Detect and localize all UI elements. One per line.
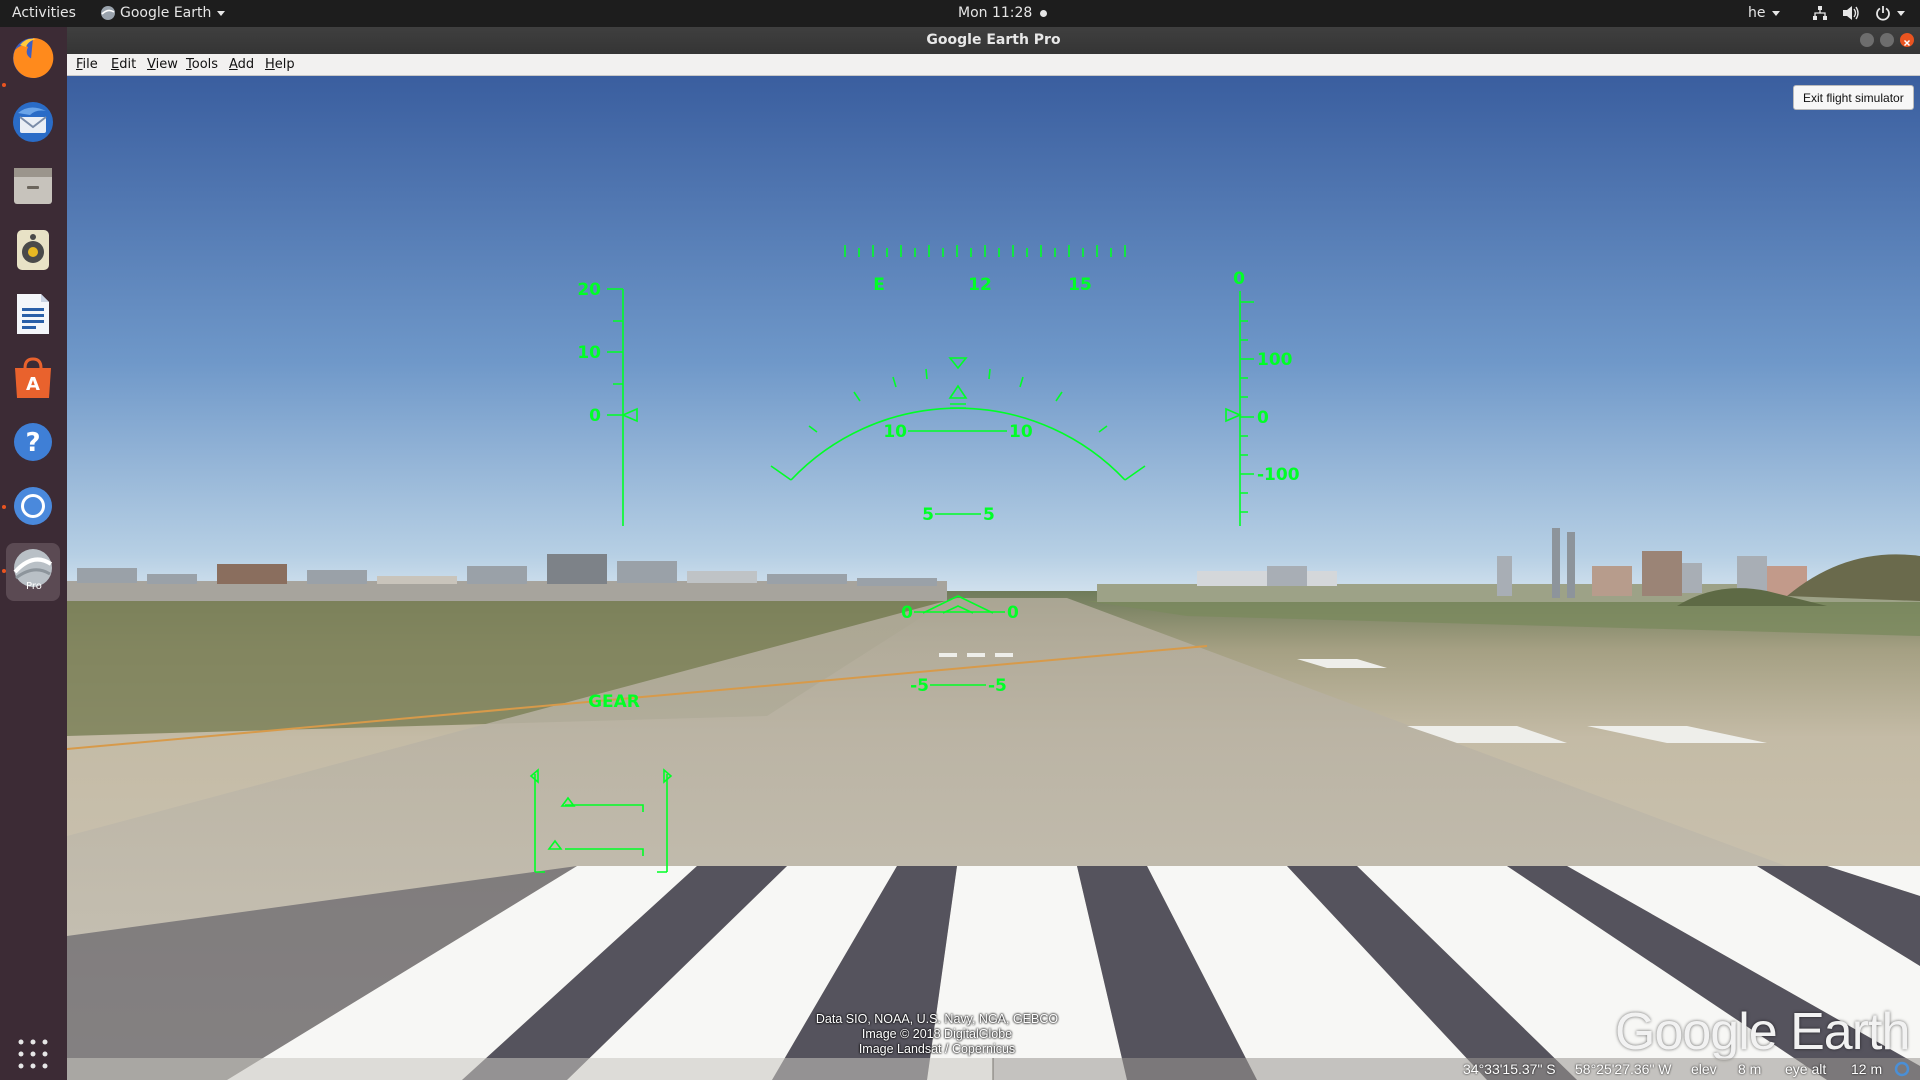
attribution-line: Image Landsat / Copernicus: [858, 1042, 1016, 1056]
chevron-down-icon: [217, 10, 226, 16]
files-icon[interactable]: [8, 161, 58, 211]
running-indicator: [2, 83, 6, 87]
app-menu-label: Google Earth: [120, 5, 212, 21]
pitch-label: 5: [983, 505, 995, 525]
speed-label: 0: [589, 406, 601, 426]
dock: A ? Pro: [0, 27, 67, 1080]
pitch-label: 5: [922, 505, 934, 525]
svg-text:A: A: [26, 374, 40, 395]
pro-badge: Pro: [26, 581, 42, 592]
gear-indicator: GEAR: [588, 692, 640, 712]
attribution-line: Data SIO, NOAA, U.S. Navy, NGA, GEBCO: [815, 1012, 1059, 1026]
chevron-down-icon: [1896, 10, 1905, 16]
longitude-readout: 58°25'27.36" W: [1575, 1061, 1672, 1077]
menu-file[interactable]: File: [76, 54, 98, 75]
menu-tools[interactable]: Tools: [186, 54, 218, 75]
elev-label: elev: [1691, 1061, 1717, 1077]
app-menu[interactable]: Google Earth: [100, 0, 226, 27]
google-earth-logo: Google Earth: [1615, 1003, 1910, 1061]
svg-text:?: ?: [25, 428, 40, 458]
volume-icon: [1843, 6, 1860, 20]
exit-flight-simulator-button[interactable]: Exit flight simulator: [1793, 85, 1914, 110]
pitch-label: 10: [883, 422, 907, 442]
altitude-label: 100: [1257, 350, 1293, 370]
elev-value: 8 m: [1738, 1061, 1762, 1077]
power-icon: [1876, 6, 1890, 21]
system-menu[interactable]: [1812, 0, 1905, 27]
close-icon: [1903, 39, 1911, 47]
menu-help[interactable]: Help: [265, 54, 295, 75]
thunderbird-icon[interactable]: [8, 97, 58, 147]
heading-label: 15: [1068, 275, 1092, 295]
eye-alt-value: 12 m: [1851, 1061, 1883, 1077]
network-icon: [1813, 6, 1827, 20]
heading-label: E: [873, 275, 885, 295]
menu-bar: File Edit View Tools Add Help: [67, 54, 1920, 76]
notification-dot-icon: [1039, 9, 1047, 17]
clock-label: Mon 11:28: [958, 5, 1033, 21]
google-earth-pro-icon[interactable]: Pro: [6, 543, 60, 601]
latitude-readout: 34°33'15.37" S: [1463, 1061, 1556, 1077]
speed-label: 20: [577, 280, 601, 300]
altitude-label: 0: [1257, 408, 1269, 428]
attribution-line: Image © 2018 DigitalGlobe: [861, 1027, 1013, 1041]
minimize-button[interactable]: [1860, 33, 1874, 47]
running-indicator: [2, 505, 6, 509]
software-center-icon[interactable]: A: [8, 353, 58, 403]
streaming-indicator-icon: [1894, 1061, 1910, 1077]
help-icon[interactable]: ?: [8, 417, 58, 467]
pitch-label: -5: [988, 676, 1007, 696]
pitch-label: -5: [910, 676, 929, 696]
flight-scene: E 12 15 20 10 0 0 100 0 -100 10 10 5 5 0…: [67, 76, 1920, 1080]
pitch-label: 10: [1009, 422, 1033, 442]
maximize-button[interactable]: [1880, 33, 1894, 47]
firefox-icon[interactable]: [8, 33, 58, 83]
attribution: Data SIO, NOAA, U.S. Navy, NGA, GEBCO Im…: [767, 1012, 1107, 1057]
menu-add[interactable]: Add: [229, 54, 254, 75]
show-applications-icon[interactable]: [8, 1029, 58, 1079]
menu-view[interactable]: View: [147, 54, 178, 75]
keyboard-language[interactable]: he: [1748, 0, 1780, 27]
activities-button[interactable]: Activities: [12, 0, 76, 27]
google-earth-window: Google Earth Pro File Edit View Tools Ad…: [67, 27, 1920, 1080]
eye-alt-label: eye alt: [1785, 1061, 1827, 1077]
pitch-label: 0: [1007, 603, 1019, 623]
window-title: Google Earth Pro: [926, 32, 1061, 48]
google-earth-icon: [101, 6, 115, 20]
writer-icon[interactable]: [8, 289, 58, 339]
speed-label: 10: [577, 343, 601, 363]
chromium-icon[interactable]: [8, 481, 58, 531]
pitch-label: 0: [901, 603, 913, 623]
close-button[interactable]: [1900, 33, 1914, 47]
earth-3d-view[interactable]: E 12 15 20 10 0 0 100 0 -100 10 10 5 5 0…: [67, 76, 1920, 1080]
language-label: he: [1748, 5, 1766, 21]
top-bar: Activities Google Earth Mon 11:28 he: [0, 0, 1920, 27]
menu-edit[interactable]: Edit: [111, 54, 136, 75]
chevron-down-icon: [1771, 10, 1780, 16]
rhythmbox-icon[interactable]: [8, 225, 58, 275]
clock[interactable]: Mon 11:28: [958, 0, 1047, 27]
window-titlebar[interactable]: Google Earth Pro: [67, 27, 1920, 54]
altitude-label: -100: [1257, 465, 1300, 485]
altitude-top-label: 0: [1233, 269, 1245, 289]
heading-label: 12: [968, 275, 992, 295]
